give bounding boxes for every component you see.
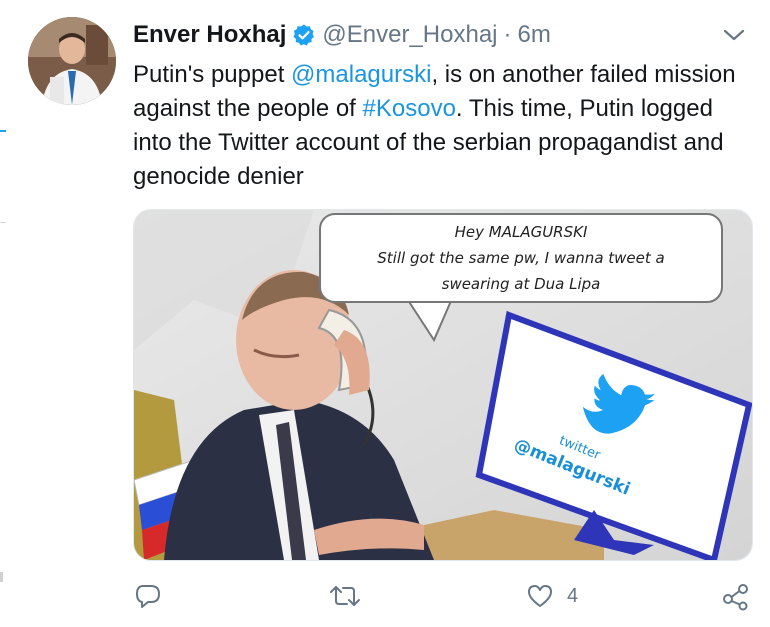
tweet-actions: 4 (133, 578, 758, 614)
like-count: 4 (567, 584, 579, 607)
tweet-header: Enver Hoxhaj @Enver_Hoxhaj · 6m (133, 18, 551, 52)
share-icon (723, 584, 748, 611)
share-button[interactable] (721, 578, 751, 614)
verified-badge-icon (292, 23, 316, 47)
speech-bubble: Hey MALAGURSKI Still got the same pw, I … (319, 213, 723, 303)
like-button[interactable]: 4 (525, 578, 578, 614)
timeline-edge-accent (0, 130, 6, 132)
reply-icon (136, 585, 160, 608)
retweet-button[interactable] (329, 578, 361, 614)
mention-link[interactable]: @malagurski (291, 61, 431, 88)
speech-line: Hey MALAGURSKI (454, 223, 588, 241)
heart-icon (528, 585, 552, 607)
chevron-down-icon[interactable] (720, 24, 748, 46)
speech-line: Still got the same pw, I wanna tweet a (377, 249, 665, 267)
avatar[interactable] (28, 17, 116, 105)
tweet-text: Putin's puppet @malagurski, is on anothe… (133, 58, 753, 194)
timeline-edge (0, 0, 16, 627)
hashtag-link[interactable]: #Kosovo (363, 95, 456, 122)
speech-line: swearing at Dua Lipa (441, 275, 601, 293)
timeline-edge-divider (0, 222, 6, 223)
timeline-edge-marker (0, 572, 3, 582)
author-handle[interactable]: @Enver_Hoxhaj (322, 21, 497, 49)
header-separator: · (503, 21, 512, 48)
reply-button[interactable] (133, 578, 163, 614)
tweet-text-part: Putin's puppet (133, 61, 292, 88)
avatar-image (28, 17, 116, 105)
author-name[interactable]: Enver Hoxhaj (133, 21, 286, 49)
tweet-image[interactable]: Hey MALAGURSKI Still got the same pw, I … (133, 209, 753, 561)
tweet-timestamp[interactable]: 6m (518, 21, 551, 49)
retweet-icon (330, 586, 360, 606)
